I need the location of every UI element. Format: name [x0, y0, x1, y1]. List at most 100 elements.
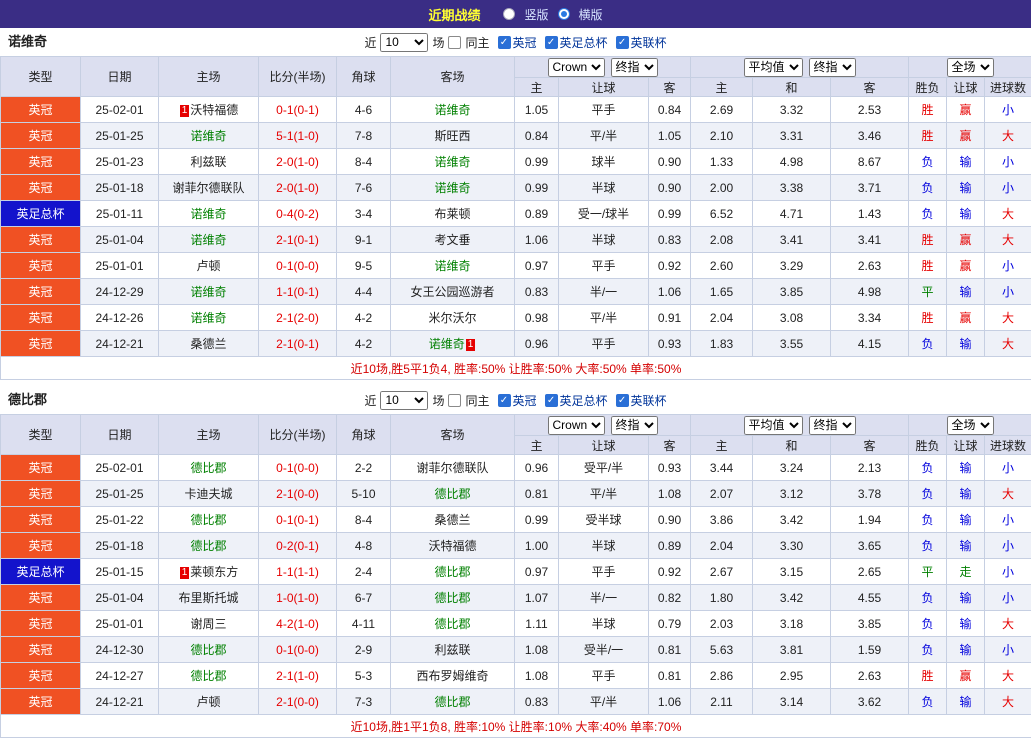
team-link[interactable]: 诺维奇 — [434, 181, 470, 195]
league-checkbox-2[interactable] — [616, 36, 629, 49]
team-link[interactable]: 诺维奇 — [429, 337, 465, 351]
score[interactable]: 2-0(1-0) — [259, 175, 337, 201]
team-link[interactable]: 卢顿 — [196, 259, 220, 273]
odds-source-select[interactable]: 终指 — [809, 58, 856, 77]
score[interactable]: 1-1(0-1) — [259, 279, 337, 305]
team-link[interactable]: 德比郡 — [190, 461, 226, 475]
team-link[interactable]: 诺维奇 — [190, 233, 226, 247]
team-link[interactable]: 布莱顿 — [434, 207, 470, 221]
score[interactable]: 2-1(1-0) — [259, 663, 337, 689]
league-checkbox-0[interactable] — [498, 36, 511, 49]
team-link[interactable]: 斯旺西 — [434, 129, 470, 143]
team-link[interactable]: 诺维奇 — [190, 285, 226, 299]
team-link[interactable]: 米尔沃尔 — [428, 311, 476, 325]
league-filter-0[interactable]: 英冠 — [498, 392, 537, 409]
league-checkbox-1[interactable] — [545, 36, 558, 49]
team-link[interactable]: 诺维奇 — [434, 103, 470, 117]
team-link[interactable]: 德比郡 — [190, 513, 226, 527]
score[interactable]: 2-1(0-0) — [259, 689, 337, 715]
score[interactable]: 4-2(1-0) — [259, 611, 337, 637]
league-checkbox-2[interactable] — [616, 394, 629, 407]
score[interactable]: 0-2(0-1) — [259, 533, 337, 559]
result-0: 负 — [909, 331, 947, 357]
team-link[interactable]: 德比郡 — [434, 695, 470, 709]
league-filter-2[interactable]: 英联杯 — [616, 34, 667, 51]
team-link[interactable]: 沃特福德 — [190, 103, 238, 117]
league-filter-0[interactable]: 英冠 — [498, 34, 537, 51]
league-checkbox-1[interactable] — [545, 394, 558, 407]
team-link[interactable]: 卢顿 — [196, 695, 220, 709]
layout-radio-horizontal[interactable] — [558, 8, 570, 20]
team-link[interactable]: 谢菲尔德联队 — [172, 181, 244, 195]
odds-source-select[interactable]: Crown — [548, 416, 605, 435]
page-title: 近期战绩 — [428, 5, 480, 24]
team-link[interactable]: 利兹联 — [190, 155, 226, 169]
same-home-checkbox[interactable] — [448, 36, 461, 49]
asia-odds-1: 半球 — [559, 227, 649, 253]
team-link[interactable]: 诺维奇 — [434, 259, 470, 273]
match-count-select[interactable]: 10 — [380, 391, 428, 410]
result-0: 胜 — [909, 227, 947, 253]
team-link[interactable]: 谢菲尔德联队 — [416, 461, 488, 475]
same-home-checkbox[interactable] — [448, 394, 461, 407]
team-link[interactable]: 德比郡 — [434, 617, 470, 631]
score[interactable]: 0-1(0-0) — [259, 253, 337, 279]
score[interactable]: 0-1(0-0) — [259, 637, 337, 663]
team-link[interactable]: 德比郡 — [434, 487, 470, 501]
odds-source-select[interactable]: 平均值 — [744, 416, 803, 435]
result-0: 负 — [909, 481, 947, 507]
team-link[interactable]: 桑德兰 — [190, 337, 226, 351]
score[interactable]: 2-1(0-0) — [259, 481, 337, 507]
team-link[interactable]: 沃特福德 — [428, 539, 476, 553]
team-link[interactable]: 诺维奇 — [434, 155, 470, 169]
team-link[interactable]: 诺维奇 — [190, 311, 226, 325]
team-link[interactable]: 莱顿东方 — [190, 565, 238, 579]
score[interactable]: 2-1(0-1) — [259, 227, 337, 253]
team-link[interactable]: 诺维奇 — [190, 129, 226, 143]
layout-radio-horizontal-label[interactable]: 横版 — [579, 6, 603, 23]
league-filter-1[interactable]: 英足总杯 — [545, 34, 608, 51]
odds-source-select[interactable]: 平均值 — [744, 58, 803, 77]
match-date: 25-01-25 — [81, 123, 159, 149]
team-link[interactable]: 西布罗姆维奇 — [416, 669, 488, 683]
team-link[interactable]: 桑德兰 — [434, 513, 470, 527]
match-count-select[interactable]: 10 — [380, 33, 428, 52]
odds-source-select[interactable]: 终指 — [809, 416, 856, 435]
score[interactable]: 2-1(2-0) — [259, 305, 337, 331]
team-link[interactable]: 德比郡 — [434, 565, 470, 579]
team-link[interactable]: 诺维奇 — [190, 207, 226, 221]
team-link[interactable]: 考文垂 — [434, 233, 470, 247]
odds-source-select[interactable]: 终指 — [611, 58, 658, 77]
league-filter-label-1: 英足总杯 — [560, 34, 608, 51]
score[interactable]: 2-0(1-0) — [259, 149, 337, 175]
league-filter-2[interactable]: 英联杯 — [616, 392, 667, 409]
team-link[interactable]: 德比郡 — [190, 539, 226, 553]
league-filter-1[interactable]: 英足总杯 — [545, 392, 608, 409]
match-date: 25-01-15 — [81, 559, 159, 585]
team-link[interactable]: 谢周三 — [190, 617, 226, 631]
odds-source-select[interactable]: 全场 — [947, 416, 994, 435]
score[interactable]: 0-1(0-0) — [259, 455, 337, 481]
score[interactable]: 0-1(0-1) — [259, 97, 337, 123]
layout-radio-vertical[interactable] — [503, 8, 515, 20]
score[interactable]: 0-4(0-2) — [259, 201, 337, 227]
odds-source-select[interactable]: 全场 — [947, 58, 994, 77]
team-link[interactable]: 德比郡 — [190, 669, 226, 683]
team-link[interactable]: 布里斯托城 — [178, 591, 238, 605]
score[interactable]: 1-0(1-0) — [259, 585, 337, 611]
score[interactable]: 1-1(1-1) — [259, 559, 337, 585]
score[interactable]: 0-1(0-1) — [259, 507, 337, 533]
league-checkbox-0[interactable] — [498, 394, 511, 407]
team-link[interactable]: 利兹联 — [434, 643, 470, 657]
team-link[interactable]: 女王公园巡游者 — [410, 285, 494, 299]
score[interactable]: 2-1(0-1) — [259, 331, 337, 357]
score[interactable]: 5-1(1-0) — [259, 123, 337, 149]
layout-radio-vertical-label[interactable]: 竖版 — [524, 6, 548, 23]
team-link[interactable]: 卡迪夫城 — [184, 487, 232, 501]
odds-source-select[interactable]: 终指 — [611, 416, 658, 435]
league-filter-label-0: 英冠 — [513, 34, 537, 51]
odds-source-select[interactable]: Crown — [548, 58, 605, 77]
team-link[interactable]: 德比郡 — [434, 591, 470, 605]
team-link[interactable]: 德比郡 — [190, 643, 226, 657]
league-type: 英冠 — [1, 97, 81, 123]
